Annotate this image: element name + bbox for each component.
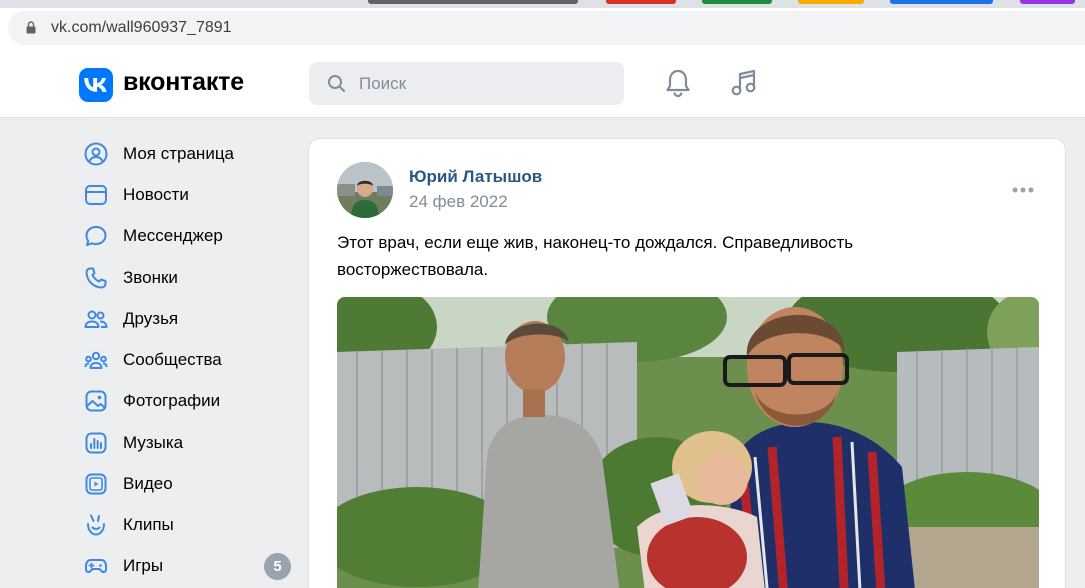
url-text[interactable]: vk.com/wall960937_7891: [51, 19, 232, 37]
tab[interactable]: [890, 0, 993, 4]
more-options-icon[interactable]: [1011, 186, 1035, 194]
sidebar-item-calls[interactable]: Звонки: [80, 259, 295, 295]
lock-icon: [26, 21, 36, 34]
post-author-name[interactable]: Юрий Латышов: [409, 167, 542, 187]
video-icon: [85, 473, 107, 495]
sidebar-item-label: Фотографии: [123, 391, 221, 410]
vk-logo-glyph: [84, 78, 107, 92]
music-note-icon[interactable]: [728, 68, 758, 98]
user-circle-icon: [84, 142, 108, 166]
sidebar-item-music[interactable]: Музыка: [80, 424, 295, 460]
communities-icon: [84, 351, 108, 369]
sidebar-item-label: Новости: [123, 185, 189, 204]
tab[interactable]: [702, 0, 772, 4]
sidebar-item-label: Друзья: [123, 309, 179, 328]
post-text: Этот врач, если еще жив, наконец-то дожд…: [337, 233, 854, 279]
address-bar[interactable]: vk.com/wall960937_7891: [8, 11, 1085, 45]
clips-icon: [87, 514, 105, 536]
post-photo-image: [337, 297, 1039, 588]
sidebar-item-label: Звонки: [123, 268, 178, 287]
sidebar-item-communities[interactable]: Сообщества: [80, 341, 295, 377]
author-avatar[interactable]: [337, 162, 393, 218]
tab[interactable]: [798, 0, 864, 4]
sidebar-item-news[interactable]: Новости: [80, 176, 295, 212]
games-count-badge: 5: [264, 553, 291, 580]
tab[interactable]: [606, 0, 676, 4]
sidebar-item-my-page[interactable]: Моя страница: [80, 135, 295, 171]
sidebar-item-friends[interactable]: Друзья: [80, 300, 295, 336]
sidebar-item-games[interactable]: Игры 5: [80, 547, 295, 583]
sidebar-item-clips[interactable]: Клипы: [80, 506, 295, 542]
sidebar-item-video[interactable]: Видео: [80, 465, 295, 501]
sidebar-item-label: Клипы: [123, 515, 174, 534]
phone-icon: [85, 267, 107, 289]
friends-icon: [84, 310, 108, 328]
sidebar-item-photos[interactable]: Фотографии: [80, 382, 295, 418]
post-photo[interactable]: [337, 297, 1039, 588]
sidebar-item-label: Игры: [123, 556, 164, 575]
sidebar-item-label: Сообщества: [123, 350, 222, 369]
vk-header: вконтакте Поиск: [0, 48, 1085, 118]
browser-chrome: vk.com/wall960937_7891: [0, 0, 1085, 48]
sidebar-item-label: Моя страница: [123, 144, 235, 163]
gamepad-icon: [85, 559, 107, 574]
bell-icon[interactable]: [664, 68, 692, 98]
search-input[interactable]: Поиск: [309, 62, 624, 105]
vk-logo-icon[interactable]: [79, 68, 113, 102]
tab-strip: [0, 0, 1085, 8]
avatar-image: [337, 162, 393, 218]
photo-icon: [85, 390, 107, 412]
search-placeholder: Поиск: [359, 74, 407, 93]
vk-wordmark[interactable]: вконтакте: [123, 68, 244, 97]
tab[interactable]: [368, 0, 578, 4]
tab[interactable]: [1020, 0, 1075, 4]
message-icon: [85, 226, 107, 246]
sidebar-item-messenger[interactable]: Мессенджер: [80, 217, 295, 253]
wall-post: Юрий Латышов 24 фев 2022 Этот врач, если…: [308, 138, 1066, 588]
sidebar-item-label: Музыка: [123, 433, 184, 452]
search-icon: [328, 75, 345, 92]
sidebar-item-label: Мессенджер: [123, 226, 223, 245]
post-date[interactable]: 24 фев 2022: [409, 192, 508, 212]
sidebar-item-label: Видео: [123, 474, 173, 493]
news-icon: [85, 185, 107, 205]
music-icon: [85, 432, 107, 454]
